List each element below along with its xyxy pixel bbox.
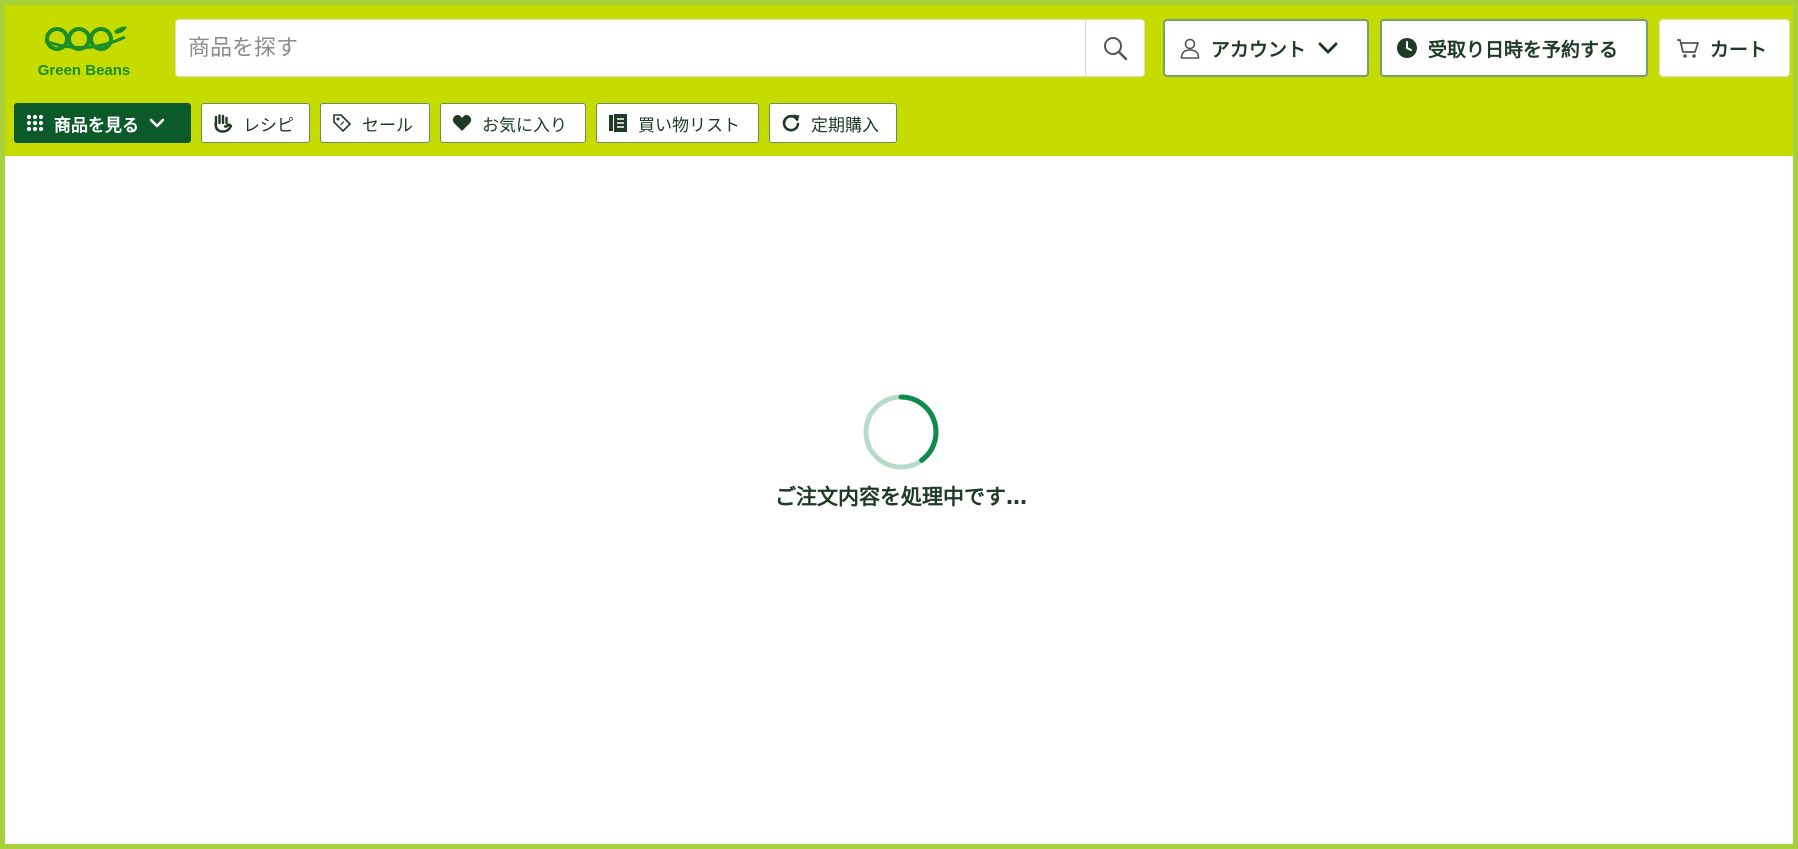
browse-products-label: 商品を見る bbox=[54, 115, 139, 136]
hand-icon bbox=[214, 114, 233, 133]
site-logo[interactable]: Green Beans bbox=[32, 23, 136, 83]
account-button[interactable]: アカウント bbox=[1163, 19, 1369, 77]
browse-products-button[interactable]: 商品を見る bbox=[14, 103, 191, 143]
search-button[interactable] bbox=[1085, 20, 1144, 76]
pea-pod-logo-icon bbox=[44, 26, 127, 51]
chevron-down-icon bbox=[149, 118, 165, 128]
reserve-label: 受取り日時を予約する bbox=[1428, 38, 1619, 61]
nav-sale-label: セール bbox=[362, 115, 413, 136]
logo-text: Green Beans bbox=[37, 62, 131, 79]
reserve-pickup-button[interactable]: 受取り日時を予約する bbox=[1380, 19, 1648, 77]
heart-icon bbox=[452, 115, 472, 131]
tag-icon bbox=[333, 114, 351, 132]
list-icon bbox=[609, 114, 627, 132]
chevron-down-icon bbox=[1318, 42, 1338, 54]
cart-label: カート bbox=[1710, 38, 1768, 61]
loading-message: ご注文内容を処理中です… bbox=[775, 485, 1027, 509]
cart-icon bbox=[1677, 39, 1699, 58]
search-bar bbox=[175, 19, 1145, 77]
spinner-arc bbox=[898, 394, 939, 463]
grid-icon bbox=[26, 114, 44, 132]
nav-shopping-list-label: 買い物リスト bbox=[638, 115, 740, 136]
account-label: アカウント bbox=[1211, 38, 1307, 61]
user-icon bbox=[1180, 38, 1200, 59]
refresh-icon bbox=[782, 114, 800, 132]
app-window: Green Beans アカウント bbox=[0, 0, 1798, 849]
nav-recipe-label: レシピ bbox=[243, 115, 294, 136]
nav-favorites-label: お気に入り bbox=[482, 115, 567, 136]
nav-subscription-label: 定期購入 bbox=[811, 115, 879, 136]
clock-icon bbox=[1397, 38, 1417, 58]
nav-sale[interactable]: セール bbox=[320, 103, 430, 143]
nav-recipe[interactable]: レシピ bbox=[201, 103, 310, 143]
nav-shopping-list[interactable]: 買い物リスト bbox=[596, 103, 759, 143]
loading-spinner bbox=[863, 394, 939, 470]
nav-subscription[interactable]: 定期購入 bbox=[769, 103, 897, 143]
search-icon bbox=[1104, 37, 1128, 61]
nav-favorites[interactable]: お気に入り bbox=[440, 103, 586, 143]
cart-button[interactable]: カート bbox=[1659, 19, 1790, 77]
site-header: Green Beans アカウント bbox=[5, 5, 1793, 156]
search-input[interactable] bbox=[176, 20, 1086, 76]
